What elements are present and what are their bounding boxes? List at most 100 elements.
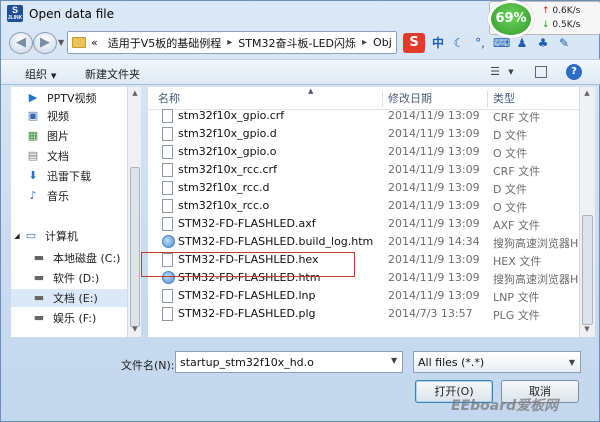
drive-icon: ▬	[33, 271, 45, 284]
file-row[interactable]: stm32f10x_gpio.o 2014/11/9 13:09 O 文件	[148, 143, 582, 161]
download-speed: 0.5K/s	[552, 20, 581, 30]
file-date: 2014/11/9 13:09	[388, 163, 480, 176]
scroll-up-icon[interactable]: ▲	[128, 89, 142, 97]
nav-item-computer[interactable]: ◢ ▭ 计算机	[13, 227, 78, 245]
scroll-down-icon[interactable]: ▼	[580, 325, 594, 333]
nav-scroll-thumb[interactable]	[130, 167, 140, 327]
hex-file-highlight-annotation	[141, 252, 355, 277]
file-list-scrollbar[interactable]: ▲ ▼	[579, 87, 595, 337]
upload-speed-row: ↑ 0.6K/s	[542, 6, 580, 16]
scroll-down-icon[interactable]: ▼	[128, 325, 142, 333]
new-folder-button[interactable]: 新建文件夹	[85, 66, 140, 82]
breadcrumb-item[interactable]: STM32奋斗板-LED闪烁	[238, 35, 356, 51]
help-icon[interactable]: ?	[566, 64, 582, 80]
keyboard-icon[interactable]: ⌨	[493, 35, 510, 51]
user-icon[interactable]: ♟	[514, 35, 530, 51]
upload-speed: 0.6K/s	[552, 6, 581, 16]
file-name: stm32f10x_rcc.o	[178, 199, 270, 212]
breadcrumb-item[interactable]: 适用于V5板的基础例程	[108, 35, 222, 51]
chevron-right-icon[interactable]: ▸	[227, 37, 232, 48]
chevron-down-icon[interactable]: ▼	[391, 356, 397, 365]
comma-icon[interactable]: °,	[472, 35, 488, 51]
arrow-right-icon: ▶	[40, 35, 50, 50]
file-row[interactable]: stm32f10x_gpio.crf 2014/11/9 13:09 CRF 文…	[148, 107, 582, 125]
file-row[interactable]: stm32f10x_gpio.d 2014/11/9 13:09 D 文件	[148, 125, 582, 143]
file-type-filter[interactable]: All files (*.*) ▼	[413, 351, 581, 373]
nav-item-drive-d[interactable]: ▬ 软件 (D:)	[31, 269, 99, 287]
thunder-download-icon: ⬇	[28, 169, 38, 182]
nav-item-label: PPTV视频	[47, 92, 97, 105]
wrench-icon[interactable]: ✎	[556, 35, 572, 51]
file-name: stm32f10x_gpio.o	[178, 145, 277, 158]
nav-item-label: 本地磁盘 (C:)	[53, 252, 121, 265]
file-row[interactable]: stm32f10x_rcc.d 2014/11/9 13:09 D 文件	[148, 179, 582, 197]
file-date: 2014/11/9 13:09	[388, 199, 480, 212]
chevron-down-icon: ◢	[14, 232, 20, 240]
nav-item-music[interactable]: ♪ 音乐	[25, 187, 69, 205]
file-name: STM32-FD-FLASHLED.plg	[178, 307, 316, 320]
forward-button[interactable]: ▶	[33, 32, 57, 54]
scroll-up-icon[interactable]: ▲	[580, 89, 594, 97]
preview-pane-icon[interactable]	[535, 66, 547, 78]
watermark-text: EEboard爱板网	[451, 398, 559, 414]
file-row[interactable]: STM32-FD-FLASHLED.axf 2014/11/9 13:09 AX…	[148, 215, 582, 233]
file-date: 2014/11/9 13:09	[388, 109, 480, 122]
file-scroll-thumb[interactable]	[582, 215, 593, 325]
file-row[interactable]: STM32-FD-FLASHLED.build_log.htm 2014/11/…	[148, 233, 582, 251]
organize-menu[interactable]: 组织 ▼	[25, 66, 56, 82]
nav-pane-scrollbar[interactable]: ▲ ▼	[127, 87, 141, 337]
chevron-down-icon: ▼	[568, 358, 575, 367]
nav-item-thunder-downloads[interactable]: ⬇ 迅雷下载	[25, 167, 91, 185]
breadcrumb-item[interactable]: Obj	[373, 36, 392, 49]
nav-item-label: 图片	[47, 130, 69, 143]
breadcrumb-overflow[interactable]: «	[91, 36, 98, 49]
nav-item-videos[interactable]: ▣ 视频	[25, 107, 69, 125]
nav-item-label: 娱乐 (F:)	[53, 312, 97, 325]
moon-icon[interactable]: ☾	[451, 35, 467, 51]
column-divider[interactable]	[382, 91, 383, 107]
view-options-icon[interactable]: ☰	[487, 65, 503, 79]
chinese-mode-toggle[interactable]: 中	[430, 35, 446, 51]
file-type: PLG 文件	[493, 309, 540, 322]
file-icon	[162, 181, 173, 195]
file-icon	[162, 127, 173, 141]
sogou-logo-icon[interactable]: S	[403, 32, 425, 53]
nav-item-documents[interactable]: ▤ 文档	[25, 147, 69, 165]
file-icon	[162, 145, 173, 159]
nav-item-pptv[interactable]: ▶ PPTV视频	[25, 89, 97, 107]
filter-value: All files (*.*)	[418, 356, 485, 369]
pptv-icon: ▶	[28, 91, 38, 104]
file-name: STM32-FD-FLASHLED.lnp	[178, 289, 316, 302]
nav-item-drive-e[interactable]: ▬ 文档 (E:)	[11, 289, 127, 307]
documents-icon: ▤	[27, 149, 39, 162]
shirt-icon[interactable]: ♣	[535, 35, 551, 51]
nav-item-drive-c[interactable]: ▬ 本地磁盘 (C:)	[31, 249, 121, 267]
file-row[interactable]: stm32f10x_rcc.o 2014/11/9 13:09 O 文件	[148, 197, 582, 215]
chevron-down-icon[interactable]: ▼	[503, 65, 519, 79]
column-divider[interactable]	[487, 91, 488, 107]
file-type: AXF 文件	[493, 219, 540, 232]
recent-pages-dropdown[interactable]: ▼	[58, 38, 64, 47]
address-bar[interactable]: « 适用于V5板的基础例程 ▸ STM32奋斗板-LED闪烁 ▸ Obj	[67, 31, 397, 54]
nav-item-label: 文档 (E:)	[53, 292, 98, 305]
nav-item-drive-f[interactable]: ▬ 娱乐 (F:)	[31, 309, 96, 327]
file-type: D 文件	[493, 129, 527, 142]
file-name: stm32f10x_gpio.d	[178, 127, 277, 140]
chevron-right-icon[interactable]: ▸	[362, 37, 367, 48]
nav-item-label: 计算机	[45, 230, 78, 243]
file-name: stm32f10x_rcc.crf	[178, 163, 277, 176]
window-title: Open data file	[29, 7, 114, 21]
file-icon	[162, 217, 173, 231]
file-row[interactable]: STM32-FD-FLASHLED.lnp 2014/11/9 13:09 LN…	[148, 287, 582, 305]
filename-input[interactable]	[175, 351, 403, 373]
navigation-pane: ▶ PPTV视频 ▣ 视频 ▦ 图片 ▤ 文档 ⬇ 迅雷下载 ♪ 音乐 ◢ ▭ …	[11, 87, 127, 337]
nav-item-pictures[interactable]: ▦ 图片	[25, 127, 69, 145]
file-date: 2014/11/9 13:09	[388, 181, 480, 194]
ime-toolbar: S 中 ☾ °, ⌨ ♟ ♣ ✎	[401, 31, 597, 54]
file-row[interactable]: STM32-FD-FLASHLED.plg 2014/7/3 13:57 PLG…	[148, 305, 582, 323]
network-speed-widget[interactable]: 69% ↑ 0.6K/s ↓ 0.5K/s	[488, 0, 600, 38]
file-row[interactable]: stm32f10x_rcc.crf 2014/11/9 13:09 CRF 文件	[148, 161, 582, 179]
file-date: 2014/11/9 13:09	[388, 145, 480, 158]
back-button[interactable]: ◀	[9, 32, 33, 54]
file-type: LNP 文件	[493, 291, 540, 304]
